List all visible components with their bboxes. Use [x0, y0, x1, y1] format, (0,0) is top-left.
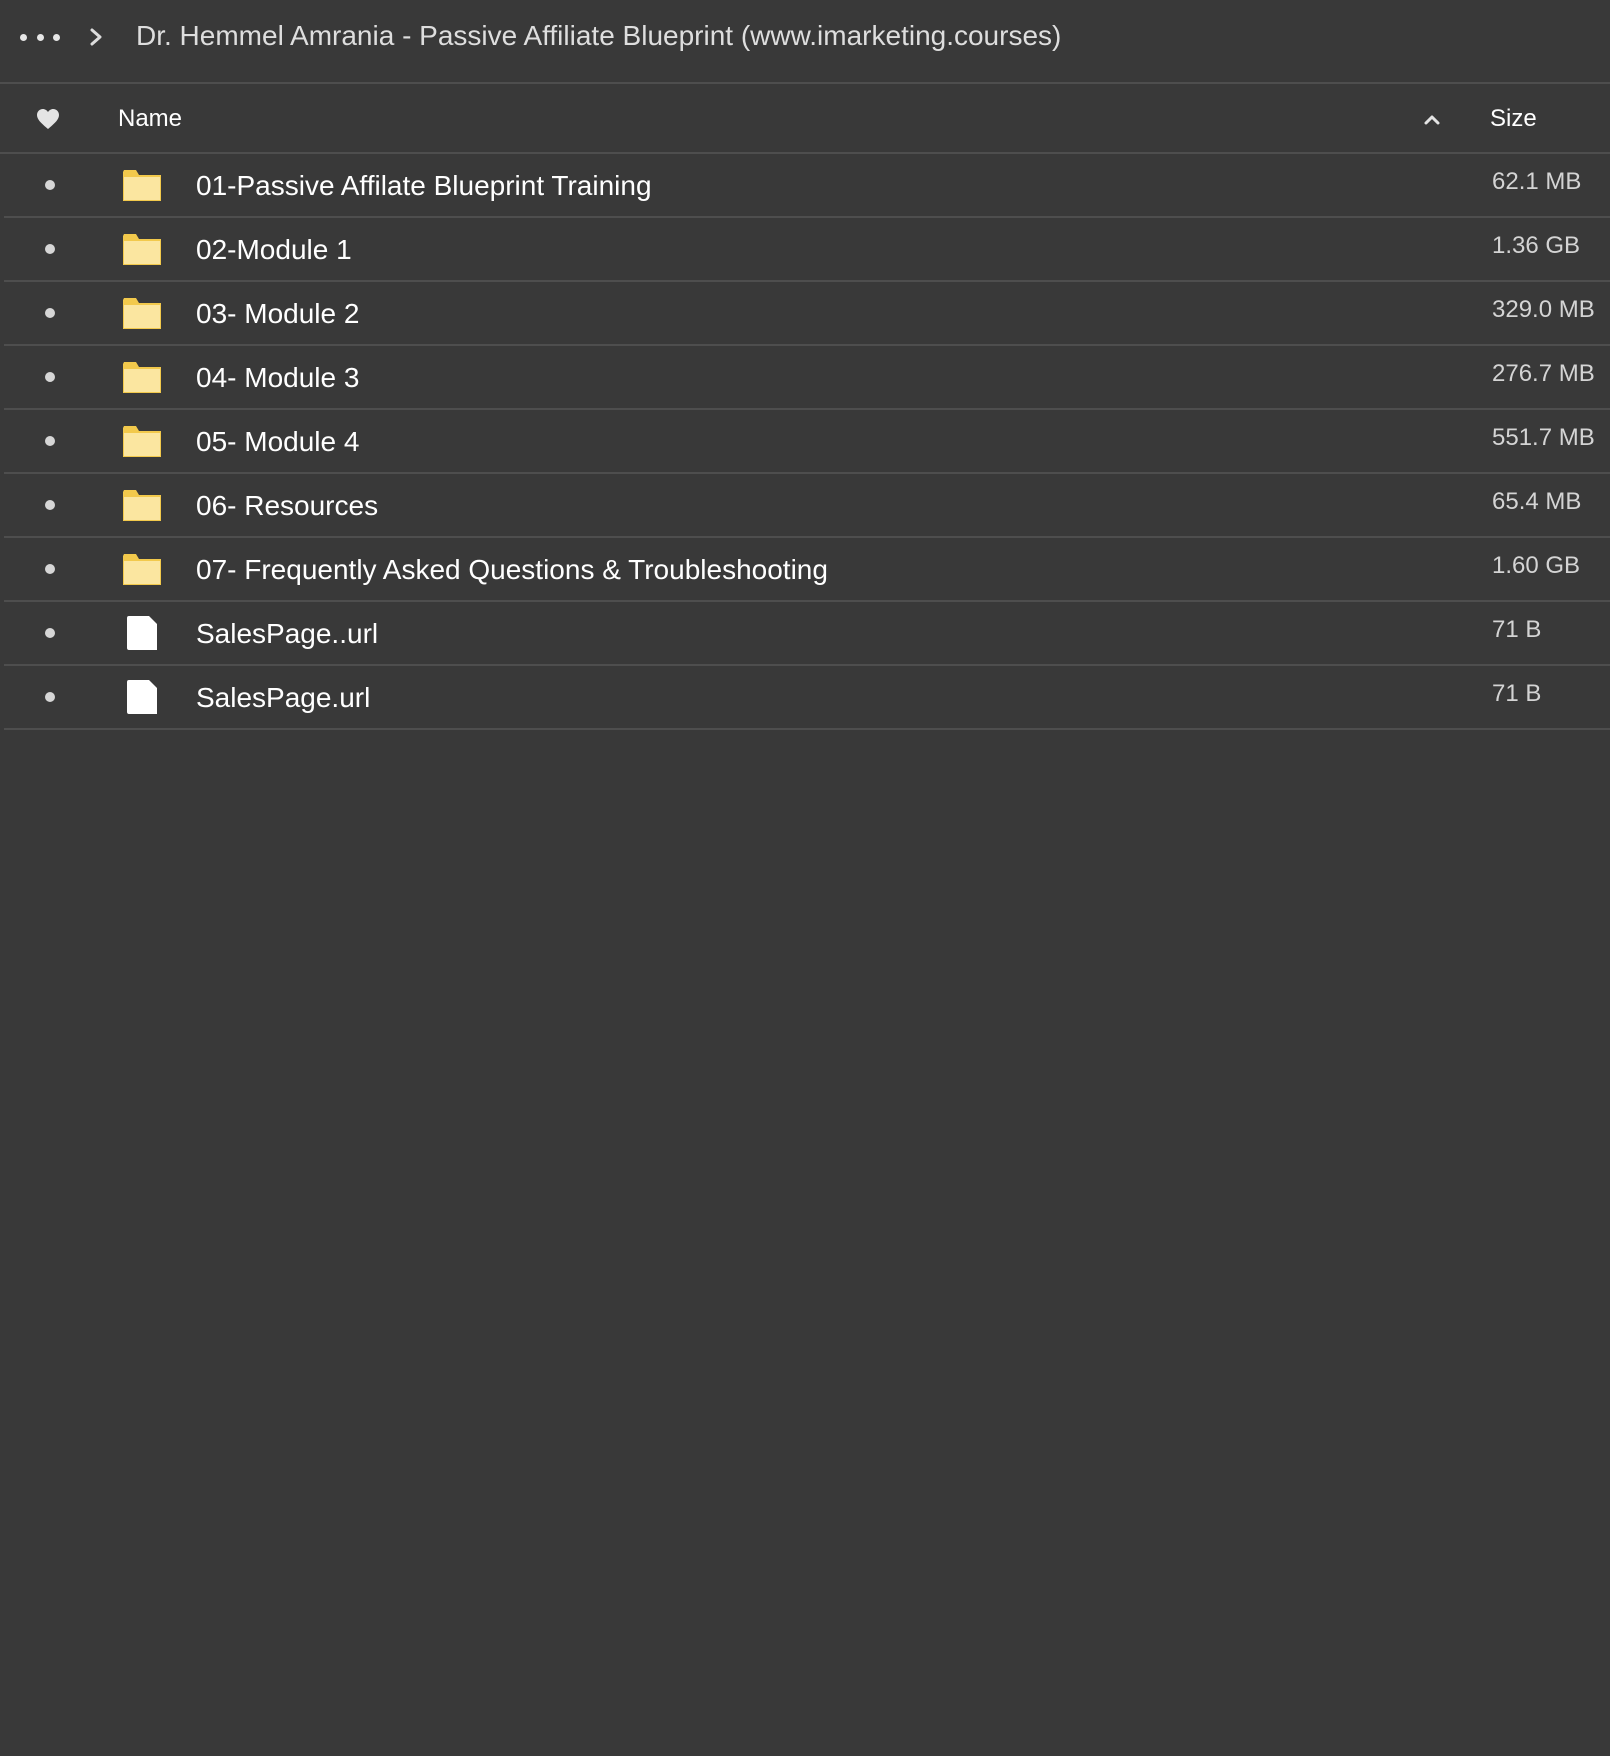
folder-icon — [122, 232, 162, 266]
item-size: 329.0 MB — [1492, 296, 1595, 323]
item-name[interactable]: SalesPage.url — [196, 678, 370, 718]
item-name[interactable]: 05- Module 4 — [196, 422, 359, 462]
breadcrumb-current-folder[interactable]: Dr. Hemmel Amrania - Passive Affiliate B… — [136, 17, 1061, 55]
ellipsis-icon-dot — [53, 33, 60, 41]
chevron-up-icon[interactable] — [1420, 108, 1444, 132]
item-size: 1.36 GB — [1492, 232, 1581, 259]
item-size: 276.7 MB — [1492, 360, 1595, 387]
folder-icon — [122, 360, 162, 394]
item-size: 65.4 MB — [1492, 488, 1582, 515]
chevron-right-icon — [90, 28, 102, 46]
folder-icon — [122, 168, 162, 202]
folder-row[interactable]: 04- Module 3 276.7 MB — [4, 346, 1610, 410]
row-bullet[interactable] — [45, 564, 55, 574]
row-bullet[interactable] — [45, 308, 55, 318]
folder-row[interactable]: 05- Module 4 551.7 MB — [4, 410, 1610, 474]
folder-icon — [122, 424, 162, 458]
folder-row[interactable]: 01-Passive Affilate Blueprint Training 62… — [4, 154, 1610, 218]
item-size: 62.1 MB — [1492, 168, 1582, 195]
folder-icon — [122, 296, 162, 330]
item-name[interactable]: 01-Passive Affilate Blueprint Training — [196, 166, 652, 206]
row-bullet[interactable] — [45, 500, 55, 510]
row-bullet[interactable] — [45, 692, 55, 702]
column-header-size[interactable]: Size — [1490, 104, 1537, 134]
item-name[interactable]: 02-Module 1 — [196, 230, 352, 270]
file-icon — [122, 680, 162, 714]
folder-row[interactable]: 06- Resources 65.4 MB — [4, 474, 1610, 538]
ellipsis-icon — [20, 33, 27, 41]
item-name[interactable]: SalesPage..url — [196, 614, 378, 654]
folder-row[interactable]: 02-Module 1 1.36 GB — [4, 218, 1610, 282]
ellipsis-icon-dot — [36, 33, 44, 41]
row-bullet[interactable] — [45, 628, 55, 638]
item-size: 551.7 MB — [1492, 424, 1595, 451]
top-bar: Dr. Hemmel Amrania - Passive Affiliate B… — [0, 0, 1610, 84]
column-header-name[interactable]: Name — [118, 104, 182, 134]
row-bullet[interactable] — [45, 436, 55, 446]
file-icon — [122, 616, 162, 650]
heart-icon[interactable] — [36, 108, 60, 130]
file-row[interactable]: SalesPage.url 71 B — [4, 666, 1610, 730]
item-size: 1.60 GB — [1492, 552, 1581, 579]
file-row[interactable]: SalesPage..url 71 B — [4, 602, 1610, 666]
item-size: 71 B — [1492, 680, 1542, 707]
item-name[interactable]: 03- Module 2 — [196, 294, 359, 334]
item-name[interactable]: 07- Frequently Asked Questions & Trouble… — [196, 550, 828, 590]
row-bullet[interactable] — [45, 244, 55, 254]
item-name[interactable]: 06- Resources — [196, 486, 378, 526]
more-options-button[interactable] — [20, 22, 60, 52]
table-header: Name Size — [0, 84, 1610, 154]
folder-row[interactable]: 03- Module 2 329.0 MB — [4, 282, 1610, 346]
file-list: 01-Passive Affilate Blueprint Training 62… — [4, 154, 1610, 730]
row-bullet[interactable] — [45, 180, 55, 190]
item-name[interactable]: 04- Module 3 — [196, 358, 359, 398]
folder-icon — [122, 552, 162, 586]
folder-row[interactable]: 07- Frequently Asked Questions & Trouble… — [4, 538, 1610, 602]
folder-icon — [122, 488, 162, 522]
item-size: 71 B — [1492, 616, 1542, 643]
row-bullet[interactable] — [45, 372, 55, 382]
